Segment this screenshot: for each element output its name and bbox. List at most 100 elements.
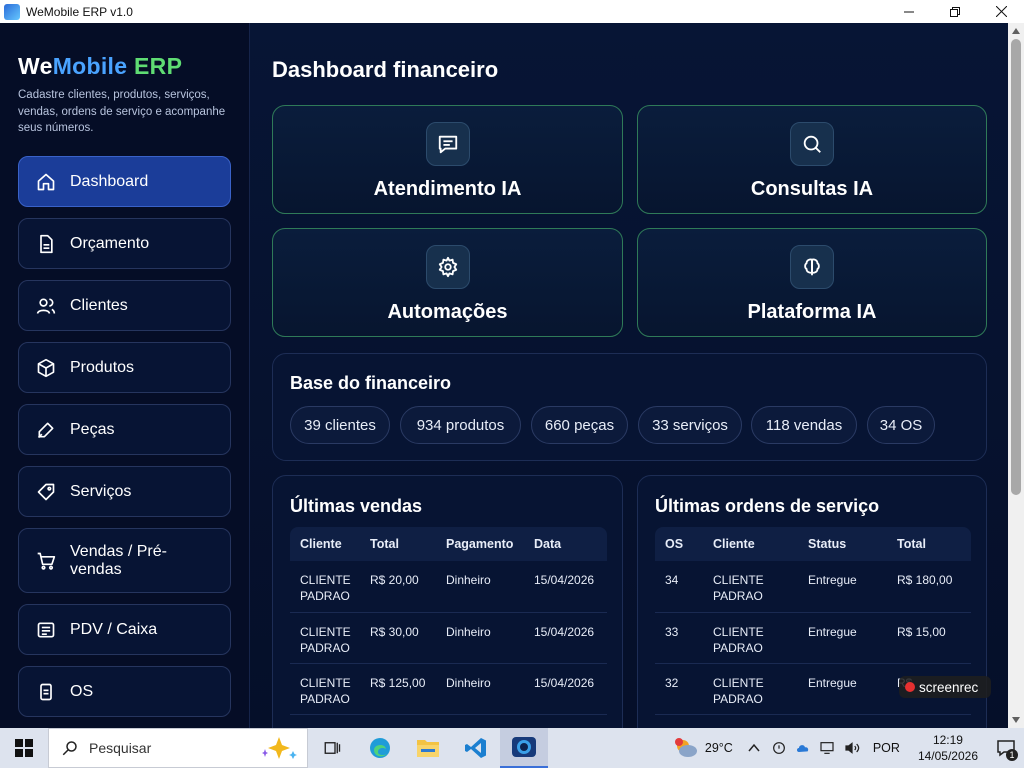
notification-center-button[interactable]: 1 bbox=[988, 728, 1024, 768]
cell-status: Entregue bbox=[798, 612, 887, 664]
brand-we: We bbox=[18, 53, 53, 79]
table-row[interactable]: CLIENTE PADRAO R$ 20,00 Dinheiro 15/04/2… bbox=[290, 561, 607, 613]
table-row[interactable]: CLIENTE PADRAO R$ 125,00 Dinheiro 15/04/… bbox=[290, 663, 607, 715]
edge-icon bbox=[370, 738, 390, 758]
restore-icon bbox=[950, 6, 960, 17]
cell-status: Entregue bbox=[798, 663, 887, 715]
windows-logo-icon bbox=[15, 739, 33, 757]
folder-icon bbox=[417, 740, 439, 757]
sidebar-item-label: Produtos bbox=[70, 358, 135, 376]
card-label: Automações bbox=[387, 301, 508, 323]
maximize-button[interactable] bbox=[932, 0, 978, 23]
sidebar-item-pdv[interactable]: PDV / Caixa bbox=[18, 604, 231, 655]
app-window: WeMobile ERP Cadastre clientes, produtos… bbox=[0, 23, 1008, 728]
cell-cliente: CLIENTE PADRAO bbox=[703, 663, 798, 715]
users-icon bbox=[36, 296, 56, 316]
stat-chip-clientes: 39 clientes bbox=[290, 406, 390, 444]
cell-cliente: CLIENTE PADRAO bbox=[290, 561, 360, 613]
brain-icon bbox=[790, 245, 834, 289]
column-header: Status bbox=[798, 527, 887, 561]
card-label: Consultas IA bbox=[750, 178, 874, 200]
sidebar-item-label: Vendas / Pré-vendas bbox=[70, 542, 167, 578]
scroll-down-icon[interactable] bbox=[1012, 717, 1020, 723]
file-explorer-button[interactable] bbox=[404, 728, 452, 768]
cart-icon bbox=[36, 551, 56, 571]
app-logo-icon bbox=[4, 3, 20, 20]
task-view-button[interactable] bbox=[308, 728, 356, 768]
sidebar-item-orcamento[interactable]: Orçamento bbox=[18, 218, 231, 269]
cell-total: R$ 15,00 bbox=[887, 612, 971, 664]
edge-browser-button[interactable] bbox=[356, 728, 404, 768]
sidebar-item-label: Orçamento bbox=[70, 234, 150, 252]
notification-count: 1 bbox=[1006, 749, 1018, 761]
vscode-button[interactable] bbox=[452, 728, 500, 768]
cell-os: 32 bbox=[655, 663, 703, 715]
chat-icon bbox=[425, 122, 470, 166]
scroll-up-icon[interactable] bbox=[1012, 28, 1020, 34]
sidebar-item-servicos[interactable]: Serviços bbox=[18, 466, 231, 517]
window-titlebar: WeMobile ERP v1.0 bbox=[0, 0, 1024, 23]
vscode-icon bbox=[465, 738, 486, 758]
sidebar-item-produtos[interactable]: Produtos bbox=[18, 342, 231, 393]
column-header: Total bbox=[887, 527, 971, 561]
table-row[interactable]: 34 CLIENTE PADRAO Entregue R$ 180,00 bbox=[655, 561, 971, 613]
minimize-button[interactable] bbox=[886, 0, 932, 23]
sidebar-item-dashboard[interactable]: Dashboard bbox=[18, 156, 231, 207]
weather-icon bbox=[674, 738, 697, 757]
scrollbar-thumb[interactable] bbox=[1011, 39, 1021, 495]
stat-chip-servicos: 33 serviços bbox=[638, 406, 742, 444]
table-row[interactable]: CLIENTE PADRAO R$ 30,00 Dinheiro 15/04/2… bbox=[290, 612, 607, 664]
recent-sales-panel: Últimas vendas Cliente Total Pagamento D… bbox=[272, 475, 623, 728]
brand-subtitle: Cadastre clientes, produtos, serviços, v… bbox=[18, 89, 226, 134]
column-header: OS bbox=[655, 527, 703, 561]
minimize-icon bbox=[904, 11, 914, 12]
system-tray: 29°C POR 12:19 14/05/2026 1 bbox=[673, 728, 1024, 768]
sidebar-item-label: PDV / Caixa bbox=[70, 620, 158, 638]
brand-erp: ERP bbox=[134, 53, 183, 79]
language-indicator[interactable]: POR bbox=[873, 741, 900, 755]
network-icon bbox=[820, 742, 834, 754]
column-header: Total bbox=[360, 527, 436, 561]
sidebar-item-clientes[interactable]: Clientes bbox=[18, 280, 231, 331]
screenrec-watermark: screenrec bbox=[899, 676, 991, 698]
cell-pagamento: Dinheiro bbox=[436, 612, 524, 664]
start-button[interactable] bbox=[0, 728, 48, 768]
wemobile-erp-taskbar-button[interactable] bbox=[500, 728, 548, 768]
sidebar-item-label: Serviços bbox=[70, 482, 132, 500]
panel-title: Base do financeiro bbox=[290, 373, 452, 393]
brand-mobile: Mobile bbox=[52, 53, 128, 79]
table-row[interactable]: 33 CLIENTE PADRAO Entregue R$ 15,00 bbox=[655, 612, 971, 664]
sidebar-item-label: OS bbox=[70, 682, 94, 700]
cell-cliente: CLIENTE PADRAO bbox=[290, 663, 360, 715]
brand-logo: WeMobile ERP bbox=[18, 53, 182, 80]
cell-pagamento: Dinheiro bbox=[436, 663, 524, 715]
box-icon bbox=[36, 358, 56, 378]
stat-chip-os: 34 OS bbox=[867, 406, 935, 444]
vertical-scrollbar[interactable] bbox=[1008, 23, 1024, 728]
clock[interactable]: 12:19 14/05/2026 bbox=[918, 732, 978, 764]
sidebar-item-vendas[interactable]: Vendas / Pré-vendas bbox=[18, 528, 231, 593]
close-button[interactable] bbox=[978, 0, 1024, 23]
card-atendimento-ia[interactable]: Atendimento IA bbox=[272, 105, 623, 214]
card-consultas-ia[interactable]: Consultas IA bbox=[637, 105, 987, 214]
search-placeholder: Pesquisar bbox=[89, 740, 152, 756]
panel-title: Últimas vendas bbox=[290, 496, 423, 516]
financial-base-panel: Base do financeiro 39 clientes 934 produ… bbox=[272, 353, 987, 461]
temperature-text[interactable]: 29°C bbox=[705, 741, 733, 755]
window-title: WeMobile ERP v1.0 bbox=[26, 4, 133, 19]
sales-table: Cliente Total Pagamento Data CLIENTE PAD… bbox=[290, 527, 607, 715]
cell-cliente: CLIENTE PADRAO bbox=[290, 612, 360, 664]
sidebar: WeMobile ERP Cadastre clientes, produtos… bbox=[0, 23, 250, 728]
gear-icon bbox=[425, 245, 470, 289]
card-plataforma-ia[interactable]: Plataforma IA bbox=[637, 228, 987, 337]
cell-total: R$ 125,00 bbox=[360, 663, 436, 715]
register-icon bbox=[36, 620, 56, 640]
sidebar-item-label: Dashboard bbox=[70, 172, 149, 190]
card-automacoes[interactable]: Automações bbox=[272, 228, 623, 337]
taskbar-search-box[interactable]: Pesquisar bbox=[48, 728, 308, 768]
task-view-icon bbox=[324, 742, 341, 754]
sidebar-item-os[interactable]: OS bbox=[18, 666, 231, 717]
sidebar-item-pecas[interactable]: Peças bbox=[18, 404, 231, 455]
cell-pagamento: Dinheiro bbox=[436, 561, 524, 613]
cell-os: 34 bbox=[655, 561, 703, 613]
